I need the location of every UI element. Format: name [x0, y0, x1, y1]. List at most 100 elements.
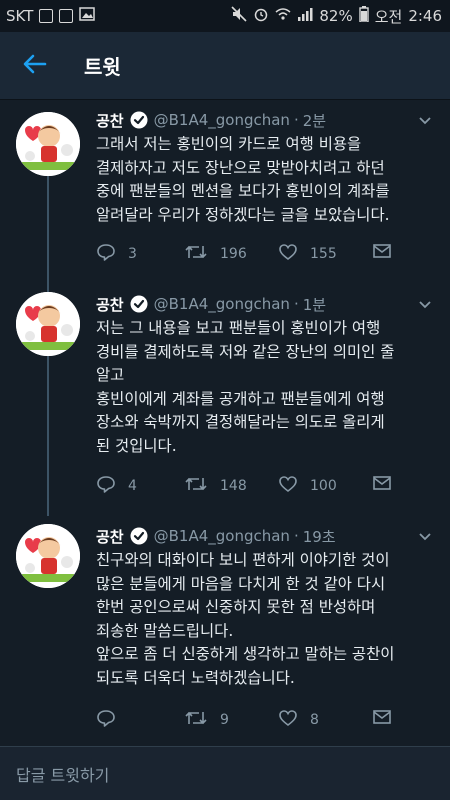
app-bar: 트윗: [0, 32, 450, 100]
tweet-text: 친구와의 대화이다 보니 편하게 이야기한 것이 많은 분들에게 마음을 다치게…: [96, 549, 436, 690]
retweet-icon: [184, 242, 208, 266]
envelope-icon: [372, 708, 392, 730]
heart-icon: [278, 474, 298, 498]
separator-dot: ·: [293, 527, 299, 545]
tweet-text-line: 된 것입니다.: [96, 436, 177, 455]
message-button[interactable]: [372, 708, 392, 730]
tweet-header: 공찬 @B1A4_gongchan · 2분: [96, 108, 432, 132]
retweet-count: 148: [220, 478, 247, 494]
chevron-down-icon[interactable]: [418, 296, 432, 314]
reply-button[interactable]: 4: [96, 474, 137, 498]
reply-button[interactable]: [96, 708, 128, 732]
tweet[interactable]: 공찬 @B1A4_gongchan · 2분 그래서 저는 홍빈이의 카드로 여…: [0, 108, 450, 278]
reply-count: 3: [128, 246, 137, 262]
message-button[interactable]: [372, 474, 392, 496]
envelope-icon: [372, 474, 392, 496]
mute-icon: [231, 6, 247, 26]
retweet-count: 9: [220, 712, 229, 728]
author-name[interactable]: 공찬: [96, 294, 124, 315]
tweet-text-line: 앞으로 좀 더 신중하게 생각하고 말하는 공찬이: [96, 645, 395, 663]
reply-input-placeholder[interactable]: 답글 트윗하기: [16, 762, 109, 786]
retweet-count: 196: [220, 246, 247, 262]
tweet-text-line: 되도록 더욱더 노력하겠습니다.: [96, 668, 295, 687]
tweet-text: 저는 그 내용을 보고 팬분들이 홍빈이가 여행 경비를 결제하도록 저와 같은…: [96, 317, 436, 458]
like-button[interactable]: 155: [278, 242, 337, 266]
page-title: 트윗: [84, 55, 121, 79]
retweet-button[interactable]: 148: [184, 474, 247, 498]
battery-icon: [359, 6, 369, 26]
like-count: 155: [310, 246, 337, 262]
reply-composer[interactable]: 답글 트윗하기: [0, 746, 450, 800]
tweet-text-line: 알고: [96, 366, 125, 384]
status-bar: SKT 82% 오전 2:46: [0, 0, 450, 32]
author-handle: @B1A4_gongchan: [153, 295, 290, 313]
tweet-header: 공찬 @B1A4_gongchan · 19초: [96, 524, 432, 548]
tweet-text-line: 홍빈이에게 계좌를 공개하고 팬분들에게 여행: [96, 389, 385, 408]
verified-badge-icon: [130, 295, 148, 313]
tweet-actions: 3 196 155: [96, 242, 416, 266]
like-count: 100: [310, 478, 337, 494]
verified-badge-icon: [130, 527, 148, 545]
tweet-text-line: 많은 분들에게 마음을 다치게 한 것 같아 다시: [96, 574, 386, 593]
box-icon: [59, 9, 74, 23]
tweet-time: 19초: [302, 527, 336, 546]
tweet[interactable]: 공찬 @B1A4_gongchan · 19초 친구와의 대화이다 보니 편하게…: [0, 524, 450, 734]
alarm-icon: [253, 6, 269, 26]
clock-ampm: 오전: [374, 7, 403, 26]
message-button[interactable]: [372, 242, 392, 264]
author-handle: @B1A4_gongchan: [153, 111, 290, 129]
tweet-text-line: 죄송한 말씀드립니다.: [96, 621, 234, 640]
tweet-text-line: 장소와 숙박까지 결정해달라는 의도로 올리게: [96, 413, 385, 431]
tweet-time: 2분: [302, 111, 327, 130]
tweet-text-line: 한번 공인으로써 신중하지 못한 점 반성하며: [96, 598, 376, 616]
reply-icon: [96, 242, 116, 266]
carrier-label: SKT: [6, 7, 34, 25]
phone-n-icon: [39, 9, 54, 23]
author-handle: @B1A4_gongchan: [153, 527, 290, 545]
retweet-icon: [184, 708, 208, 732]
author-name[interactable]: 공찬: [96, 110, 124, 131]
avatar[interactable]: [16, 524, 80, 588]
tweet-text-line: 중에 팬분들의 멘션을 보다가 홍빈이의 계좌를: [96, 182, 390, 200]
retweet-button[interactable]: 9: [184, 708, 229, 732]
separator-dot: ·: [293, 111, 299, 129]
tweet-text-line: 친구와의 대화이다 보니 편하게 이야기한 것이: [96, 551, 390, 569]
heart-icon: [278, 708, 298, 732]
back-arrow-icon: [23, 54, 47, 78]
battery-percent: 82%: [319, 7, 353, 25]
signal-icon: [297, 7, 313, 25]
tweet-time: 1분: [302, 295, 327, 314]
chevron-down-icon[interactable]: [418, 528, 432, 546]
envelope-icon: [372, 242, 392, 264]
tweet-text-line: 경비를 결제하도록 저와 같은 장난의 의미인 줄: [96, 342, 395, 361]
verified-badge-icon: [130, 111, 148, 129]
retweet-icon: [184, 474, 208, 498]
tweet-actions: 9 8: [96, 708, 416, 732]
separator-dot: ·: [293, 295, 299, 313]
like-button[interactable]: 8: [278, 708, 319, 732]
wifi-icon: [275, 6, 291, 26]
tweet-text-line: 그래서 저는 홍빈이의 카드로 여행 비용을: [96, 135, 362, 153]
reply-count: 4: [128, 478, 137, 494]
back-button[interactable]: [0, 54, 70, 78]
like-button[interactable]: 100: [278, 474, 337, 498]
reply-icon: [96, 474, 116, 498]
reply-button[interactable]: 3: [96, 242, 137, 266]
avatar[interactable]: [16, 292, 80, 356]
avatar[interactable]: [16, 112, 80, 176]
tweet[interactable]: 공찬 @B1A4_gongchan · 1분 저는 그 내용을 보고 팬분들이 …: [0, 292, 450, 502]
like-count: 8: [310, 712, 319, 728]
gallery-icon: [79, 7, 96, 25]
clock-time: 2:46: [408, 7, 442, 25]
tweet-header: 공찬 @B1A4_gongchan · 1분: [96, 292, 432, 316]
chevron-down-icon[interactable]: [418, 112, 432, 130]
tweet-text-line: 저는 그 내용을 보고 팬분들이 홍빈이가 여행: [96, 319, 381, 337]
tweet-actions: 4 148 100: [96, 474, 416, 498]
reply-icon: [96, 708, 116, 732]
tweet-text-line: 결제하자고 저도 장난으로 맞받아치려고 하던: [96, 158, 385, 177]
tweet-text: 그래서 저는 홍빈이의 카드로 여행 비용을 결제하자고 저도 장난으로 맞받아…: [96, 133, 436, 227]
tweet-text-line: 알려달라 우리가 정하겠다는 글을 보았습니다.: [96, 205, 390, 224]
author-name[interactable]: 공찬: [96, 526, 124, 547]
heart-icon: [278, 242, 298, 266]
retweet-button[interactable]: 196: [184, 242, 247, 266]
